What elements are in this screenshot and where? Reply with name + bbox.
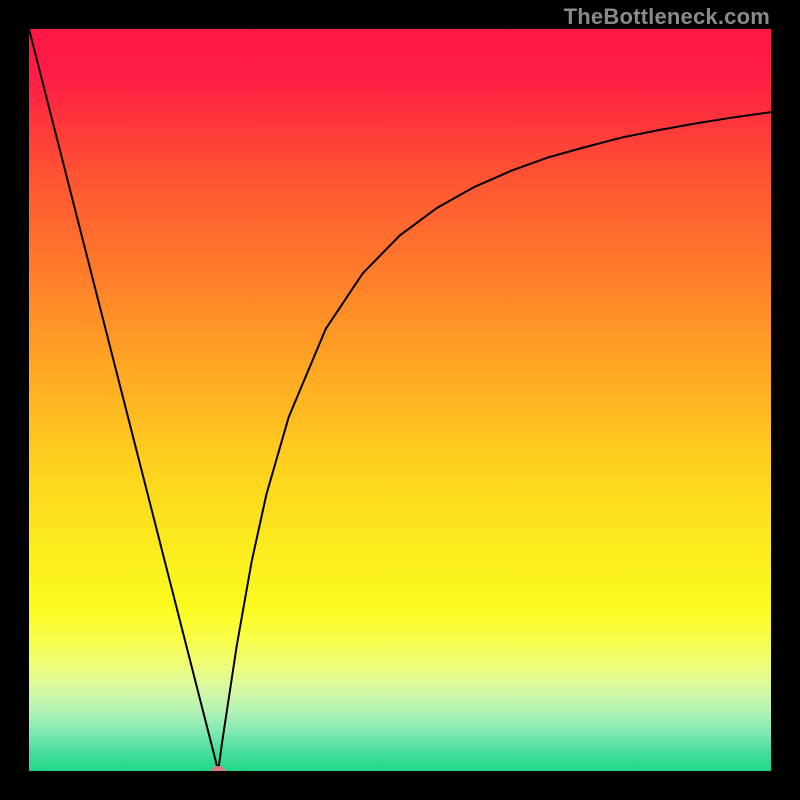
plot-area xyxy=(29,29,771,771)
gradient-background xyxy=(29,29,771,771)
chart-svg xyxy=(29,29,771,771)
figure-root: TheBottleneck.com xyxy=(0,0,800,800)
attribution-watermark: TheBottleneck.com xyxy=(564,4,770,30)
